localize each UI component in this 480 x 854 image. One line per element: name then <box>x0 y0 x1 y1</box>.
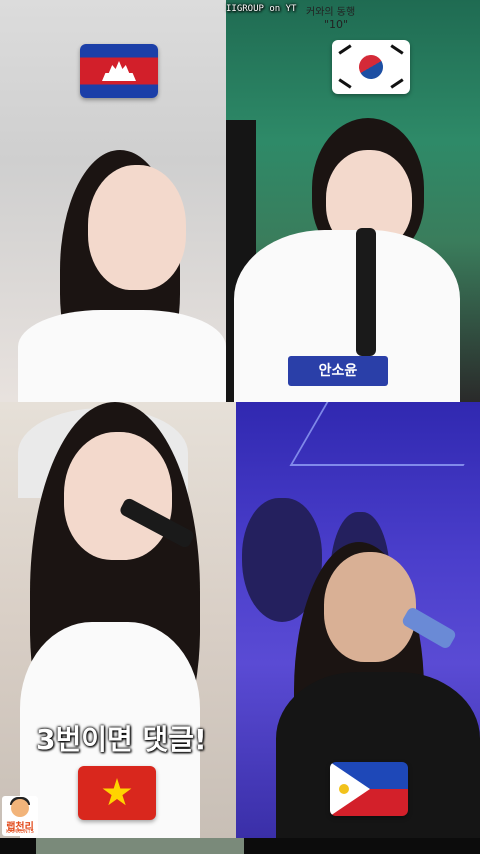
singer-face <box>88 165 186 290</box>
vietnam-flag-icon <box>78 766 156 820</box>
philippines-flag-icon <box>330 762 408 816</box>
stage-number: "10" <box>324 18 349 31</box>
singer-face <box>324 552 416 662</box>
cambodia-flag-icon <box>80 44 158 98</box>
progress-segment <box>36 838 244 854</box>
microphone <box>356 228 376 356</box>
video-panel-bottom-left <box>0 402 236 838</box>
singer-shirt <box>18 310 226 402</box>
singer-name-tag: 안소윤 <box>288 356 388 386</box>
progress-strip <box>0 838 480 854</box>
stage-title: 커와의 동행 <box>306 7 356 18</box>
mascot-icon <box>11 799 29 817</box>
broadcast-label: IIGROUP on YT <box>226 4 297 14</box>
channel-logo[interactable]: 랩천리 KAMKUNTS <box>2 796 38 836</box>
singer-face <box>64 432 172 560</box>
south-korea-flag-icon <box>332 40 410 94</box>
logo-subtext: KAMKUNTS <box>6 829 34 835</box>
video-panel-bottom-right <box>236 402 480 838</box>
caption-text: 3번이면 댓글! <box>36 723 207 756</box>
video-panel-top-right <box>226 0 480 402</box>
ceiling-light <box>289 402 480 466</box>
video-panel-top-left <box>0 0 226 402</box>
